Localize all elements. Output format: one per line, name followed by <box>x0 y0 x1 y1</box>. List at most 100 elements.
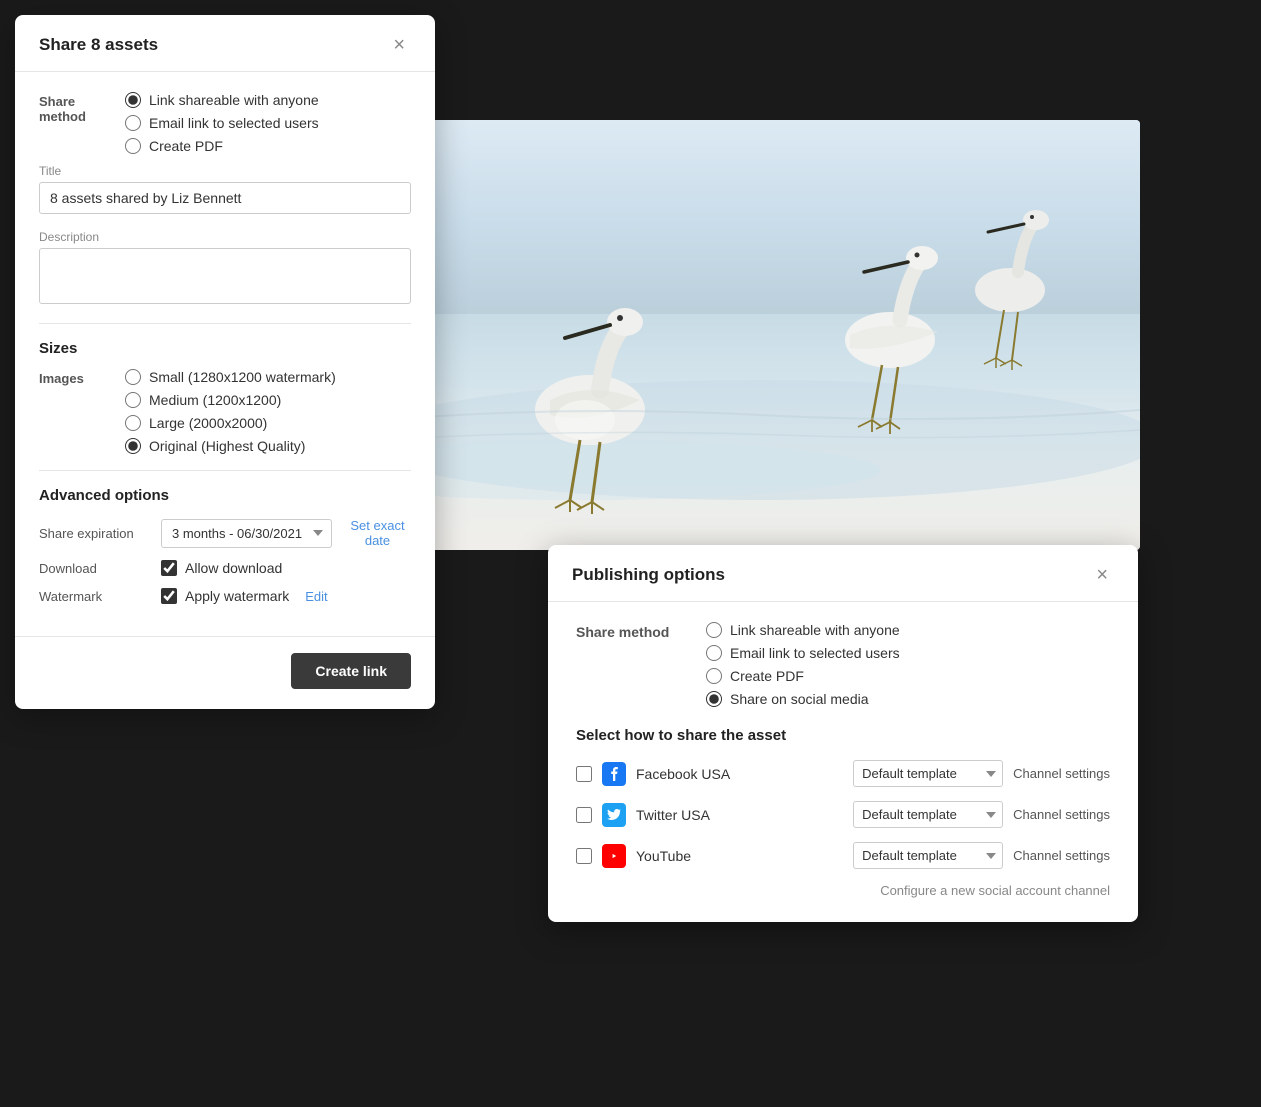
pub-pdf-option[interactable]: Create PDF <box>706 668 900 684</box>
publish-share-method-label: Share method <box>576 622 686 707</box>
pub-email-radio[interactable] <box>706 645 722 661</box>
share-method-pdf-radio[interactable] <box>125 138 141 154</box>
create-link-button[interactable]: Create link <box>291 653 411 689</box>
share-modal-header: Share 8 assets × <box>15 15 435 72</box>
images-radio-group: Small (1280x1200 watermark) Medium (1200… <box>125 369 336 454</box>
youtube-row: YouTube Default template Channel setting… <box>576 842 1110 869</box>
share-method-email-label: Email link to selected users <box>149 115 319 131</box>
youtube-name: YouTube <box>636 848 843 864</box>
size-small-label: Small (1280x1200 watermark) <box>149 369 336 385</box>
share-expiration-label: Share expiration <box>39 526 149 541</box>
facebook-name: Facebook USA <box>636 766 843 782</box>
watermark-row: Watermark Apply watermark Edit <box>39 588 411 604</box>
size-large-label: Large (2000x2000) <box>149 415 267 431</box>
size-small-radio[interactable] <box>125 369 141 385</box>
configure-social-channel-link[interactable]: Configure a new social account channel <box>576 883 1110 898</box>
watermark-edit-button[interactable]: Edit <box>305 589 327 604</box>
share-method-email-option[interactable]: Email link to selected users <box>125 115 319 131</box>
pub-link-option[interactable]: Link shareable with anyone <box>706 622 900 638</box>
twitter-checkbox[interactable] <box>576 807 592 823</box>
images-section: Images Small (1280x1200 watermark) Mediu… <box>39 369 411 454</box>
youtube-channel-settings-link[interactable]: Channel settings <box>1013 848 1110 863</box>
select-share-heading: Select how to share the asset <box>576 727 1110 744</box>
allow-download-checkbox[interactable] <box>161 560 177 576</box>
allow-download-label: Allow download <box>185 560 282 576</box>
description-label: Description <box>39 230 411 244</box>
pub-social-option[interactable]: Share on social media <box>706 691 900 707</box>
share-method-pdf-option[interactable]: Create PDF <box>125 138 319 154</box>
watermark-controls: Apply watermark Edit <box>161 588 328 604</box>
pub-pdf-radio[interactable] <box>706 668 722 684</box>
download-label: Download <box>39 561 149 576</box>
size-small-option[interactable]: Small (1280x1200 watermark) <box>125 369 336 385</box>
apply-watermark-option[interactable]: Apply watermark <box>161 588 289 604</box>
title-label: Title <box>39 164 411 178</box>
share-modal-footer: Create link <box>15 636 435 709</box>
twitter-channel-settings-link[interactable]: Channel settings <box>1013 807 1110 822</box>
apply-watermark-label: Apply watermark <box>185 588 289 604</box>
size-medium-label: Medium (1200x1200) <box>149 392 281 408</box>
pub-link-label: Link shareable with anyone <box>730 622 900 638</box>
share-modal-title: Share 8 assets <box>39 35 158 55</box>
share-expiration-row: Share expiration 3 months - 06/30/2021 S… <box>39 518 411 548</box>
youtube-icon <box>602 844 626 868</box>
sizes-section-title: Sizes <box>39 340 411 357</box>
share-method-email-radio[interactable] <box>125 115 141 131</box>
title-section: Title <box>39 164 411 214</box>
share-assets-modal: Share 8 assets × Share method Link share… <box>15 15 435 709</box>
size-medium-option[interactable]: Medium (1200x1200) <box>125 392 336 408</box>
size-medium-radio[interactable] <box>125 392 141 408</box>
share-method-radio-group: Link shareable with anyone Email link to… <box>125 92 319 154</box>
publish-modal-close-button[interactable]: × <box>1090 563 1114 587</box>
share-method-pdf-label: Create PDF <box>149 138 223 154</box>
download-row: Download Allow download <box>39 560 411 576</box>
pub-social-radio[interactable] <box>706 691 722 707</box>
size-large-radio[interactable] <box>125 415 141 431</box>
pub-social-label: Share on social media <box>730 691 869 707</box>
title-input[interactable] <box>39 182 411 214</box>
pub-email-label: Email link to selected users <box>730 645 900 661</box>
watermark-label: Watermark <box>39 589 149 604</box>
facebook-template-select[interactable]: Default template <box>853 760 1003 787</box>
twitter-name: Twitter USA <box>636 807 843 823</box>
publish-share-method-section: Share method Link shareable with anyone … <box>576 622 1110 707</box>
share-expiration-select[interactable]: 3 months - 06/30/2021 <box>161 519 332 548</box>
share-method-link-radio[interactable] <box>125 92 141 108</box>
twitter-row: Twitter USA Default template Channel set… <box>576 801 1110 828</box>
advanced-options-title: Advanced options <box>39 487 411 504</box>
apply-watermark-checkbox[interactable] <box>161 588 177 604</box>
allow-download-option[interactable]: Allow download <box>161 560 282 576</box>
set-exact-date-button[interactable]: Set exact date <box>344 518 411 548</box>
share-method-link-option[interactable]: Link shareable with anyone <box>125 92 319 108</box>
divider-2 <box>39 470 411 471</box>
description-input[interactable] <box>39 248 411 304</box>
bird-background-image <box>380 120 1140 550</box>
publish-share-method-radio-group: Link shareable with anyone Email link to… <box>706 622 900 707</box>
youtube-template-select[interactable]: Default template <box>853 842 1003 869</box>
youtube-checkbox[interactable] <box>576 848 592 864</box>
facebook-row: Facebook USA Default template Channel se… <box>576 760 1110 787</box>
size-original-radio[interactable] <box>125 438 141 454</box>
description-section: Description <box>39 230 411 307</box>
pub-pdf-label: Create PDF <box>730 668 804 684</box>
divider-1 <box>39 323 411 324</box>
pub-link-radio[interactable] <box>706 622 722 638</box>
share-method-label: Share method <box>39 92 109 146</box>
twitter-template-select[interactable]: Default template <box>853 801 1003 828</box>
publish-modal-title: Publishing options <box>572 565 725 585</box>
pub-email-option[interactable]: Email link to selected users <box>706 645 900 661</box>
facebook-icon <box>602 762 626 786</box>
size-large-option[interactable]: Large (2000x2000) <box>125 415 336 431</box>
share-modal-body: Share method Link shareable with anyone … <box>15 72 435 636</box>
share-modal-close-button[interactable]: × <box>387 33 411 57</box>
publishing-options-modal: Publishing options × Share method Link s… <box>548 545 1138 922</box>
publish-modal-header: Publishing options × <box>548 545 1138 602</box>
facebook-channel-settings-link[interactable]: Channel settings <box>1013 766 1110 781</box>
size-original-option[interactable]: Original (Highest Quality) <box>125 438 336 454</box>
share-method-link-label: Link shareable with anyone <box>149 92 319 108</box>
size-original-label: Original (Highest Quality) <box>149 438 305 454</box>
publish-modal-body: Share method Link shareable with anyone … <box>548 602 1138 922</box>
twitter-icon <box>602 803 626 827</box>
facebook-checkbox[interactable] <box>576 766 592 782</box>
share-method-section: Share method Link shareable with anyone … <box>39 92 411 154</box>
